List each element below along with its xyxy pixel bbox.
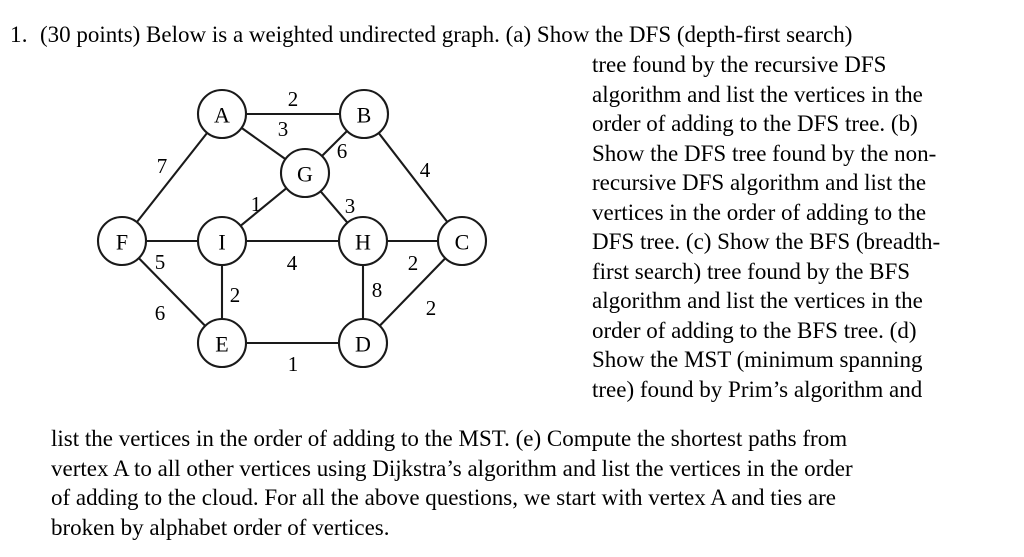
edge-weight-G-I: 1	[251, 192, 262, 216]
edge-weight-G-H: 3	[345, 194, 356, 218]
document-page: 1. (30 points) Below is a weighted undir…	[0, 0, 1024, 557]
edge-weight-B-G: 6	[337, 139, 348, 163]
edge-weight-F-E: 6	[155, 301, 166, 325]
question-right-column: tree found by the recursive DFS algorithm…	[592, 50, 1024, 404]
text-line-3: Show the DFS tree found by the non-	[592, 140, 937, 166]
node-label-D: D	[355, 332, 371, 357]
graph-edge-A-F	[135, 131, 209, 224]
graph-node-I: I	[196, 215, 248, 267]
graph-node-F: F	[96, 215, 148, 267]
graph-node-C: C	[436, 215, 488, 267]
graph-edge-B-C	[377, 131, 449, 224]
text-line-6: DFS tree. (c) Show the BFS (breadth-	[592, 229, 941, 254]
node-label-H: H	[355, 230, 371, 255]
edge-weight-C-D: 2	[426, 296, 437, 320]
text-line-4: recursive DFS algorithm and list the	[592, 170, 927, 195]
question-bottom-paragraph: list the vertices in the order of adding…	[51, 424, 1024, 542]
edge-weight-A-F: 7	[157, 154, 168, 178]
edge-weight-E-D: 1	[288, 352, 299, 376]
node-label-I: I	[218, 230, 225, 255]
node-label-B: B	[357, 103, 372, 128]
node-label-A: A	[214, 103, 230, 128]
text-line-7: first search) tree found by the BFS	[592, 258, 911, 284]
graph-edge-G-H	[319, 190, 349, 224]
edge-weight-A-B: 2	[288, 87, 299, 111]
graph-edge-G-I	[239, 187, 288, 227]
graph-node-A: A	[196, 88, 248, 140]
edge-weight-I-E: 2	[230, 283, 241, 307]
text-line-0: tree found by the recursive DFS	[592, 52, 887, 77]
text-line-10: Show the MST (minimum spanning	[592, 347, 923, 372]
text-line-3: broken by alphabet order of vertices.	[51, 514, 390, 540]
edge-weight-H-C: 2	[408, 251, 419, 275]
text-line-2: order of adding to the DFS tree. (b)	[592, 111, 918, 136]
text-line-1: vertex A to all other vertices using Dij…	[51, 455, 853, 481]
node-label-E: E	[215, 332, 228, 357]
edge-weight-F-I: 5	[155, 250, 166, 274]
graph-svg: 237641 356422821A BGF I H CE D	[96, 87, 488, 376]
graph-node-H: H	[337, 215, 389, 267]
graph-node-G: G	[279, 147, 331, 199]
node-label-C: C	[455, 230, 470, 255]
edge-weight-B-C: 4	[420, 158, 431, 182]
graph-node-D: D	[337, 317, 389, 369]
edge-weight-A-G: 3	[278, 117, 289, 141]
edge-weight-H-D: 8	[372, 278, 383, 302]
graph-node-B: B	[338, 88, 390, 140]
text-line-2: of adding to the cloud. For all the abov…	[51, 485, 837, 510]
text-line-0: list the vertices in the order of adding…	[51, 426, 848, 451]
edge-weight-I-H: 4	[287, 251, 298, 275]
question-lead-line: (30 points) Below is a weighted undirect…	[40, 22, 853, 47]
node-label-G: G	[297, 162, 313, 187]
question-number: 1.	[10, 22, 28, 47]
graph-node-E: E	[196, 317, 248, 369]
text-line-5: vertices in the order of adding to the	[592, 199, 927, 225]
text-line-9: order of adding to the BFS tree. (d)	[592, 317, 917, 343]
text-line-1: algorithm and list the vertices in the	[592, 81, 923, 107]
graph-edge-F-E	[137, 257, 207, 327]
weighted-undirected-graph-figure: 237641356422821ABGFIHCED	[80, 75, 510, 385]
text-line-8: algorithm and list the vertices in the	[592, 288, 923, 313]
text-line-11: tree) found by Prim’s algorithm and	[592, 376, 923, 402]
node-label-F: F	[116, 230, 128, 255]
